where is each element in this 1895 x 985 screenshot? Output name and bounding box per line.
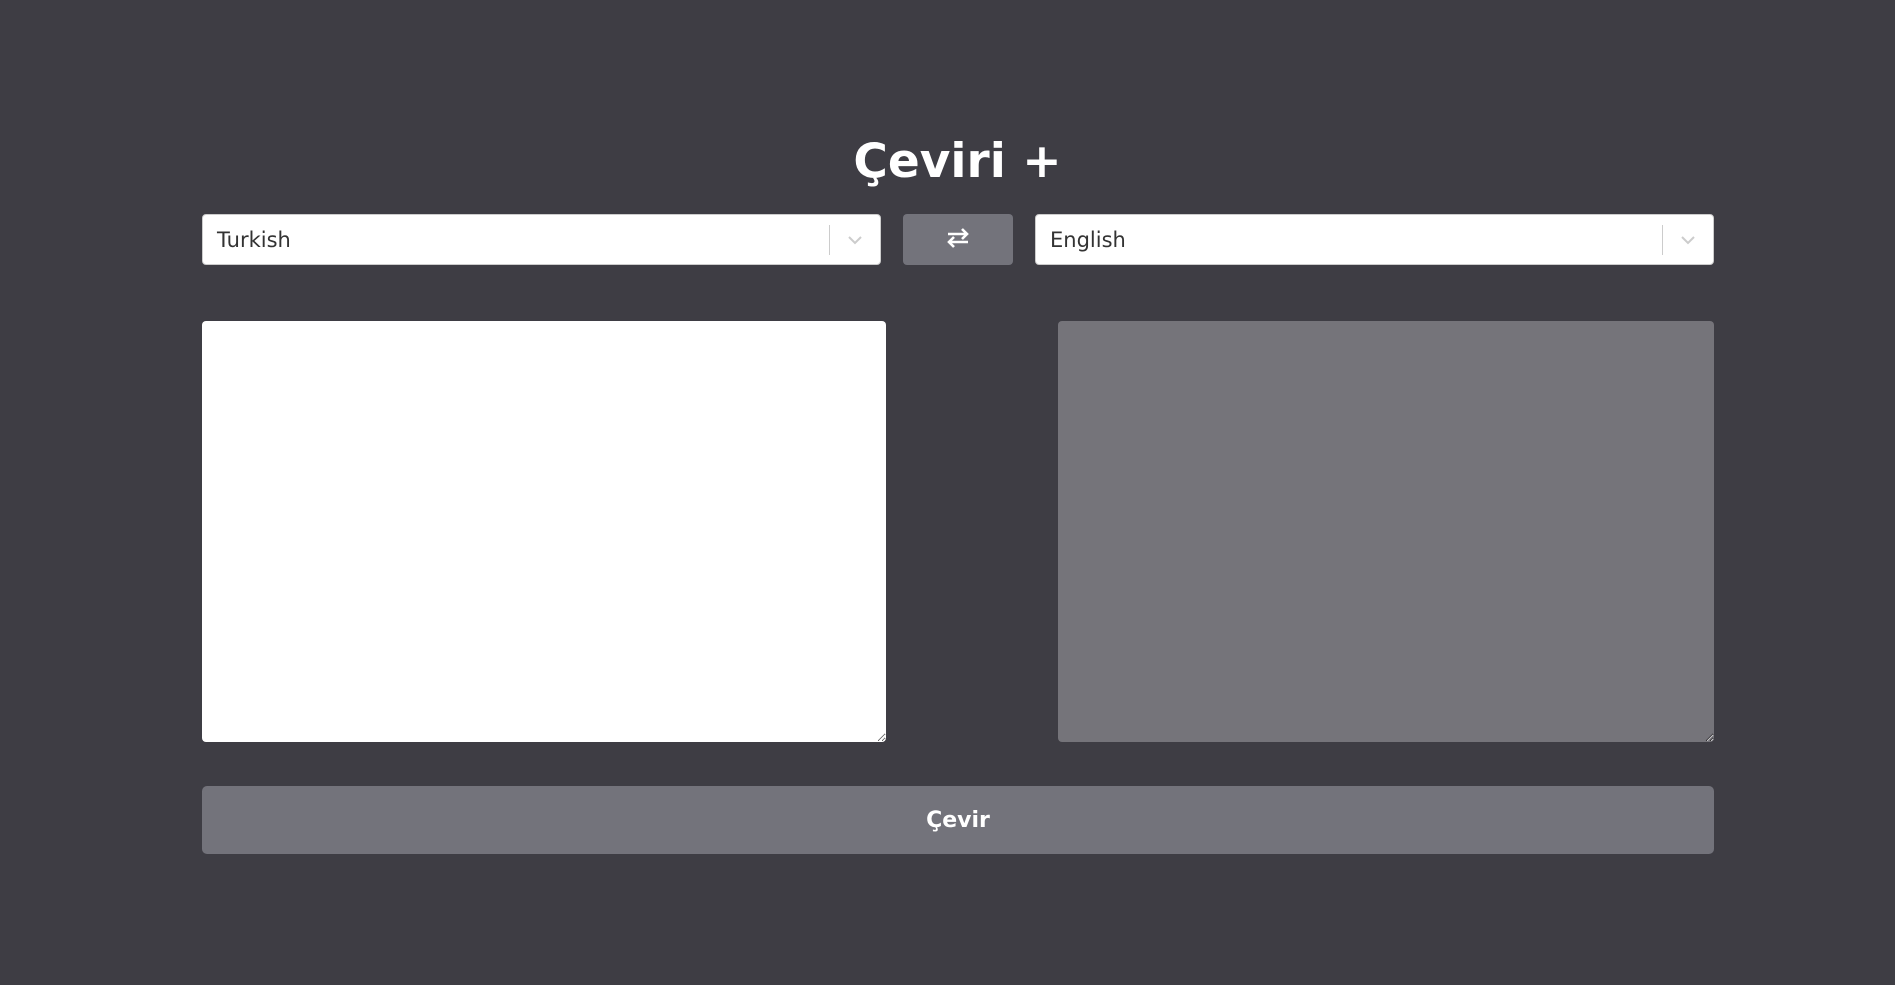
target-language-select[interactable]: English: [1035, 214, 1714, 265]
source-language-select[interactable]: Turkish: [202, 214, 881, 265]
chevron-down-icon[interactable]: [1663, 215, 1713, 264]
swap-arrows-icon: [945, 227, 971, 252]
source-language-value: Turkish: [217, 227, 291, 252]
source-text-input[interactable]: [202, 321, 886, 742]
target-language-value: English: [1050, 227, 1126, 252]
page-title: Çeviri +: [853, 134, 1062, 189]
translator-app: Çeviri + Turkish English Çevir: [0, 0, 1895, 985]
translate-button[interactable]: Çevir: [202, 786, 1714, 854]
translation-output[interactable]: [1058, 321, 1714, 742]
chevron-down-icon[interactable]: [830, 215, 880, 264]
swap-languages-button[interactable]: [903, 214, 1013, 265]
